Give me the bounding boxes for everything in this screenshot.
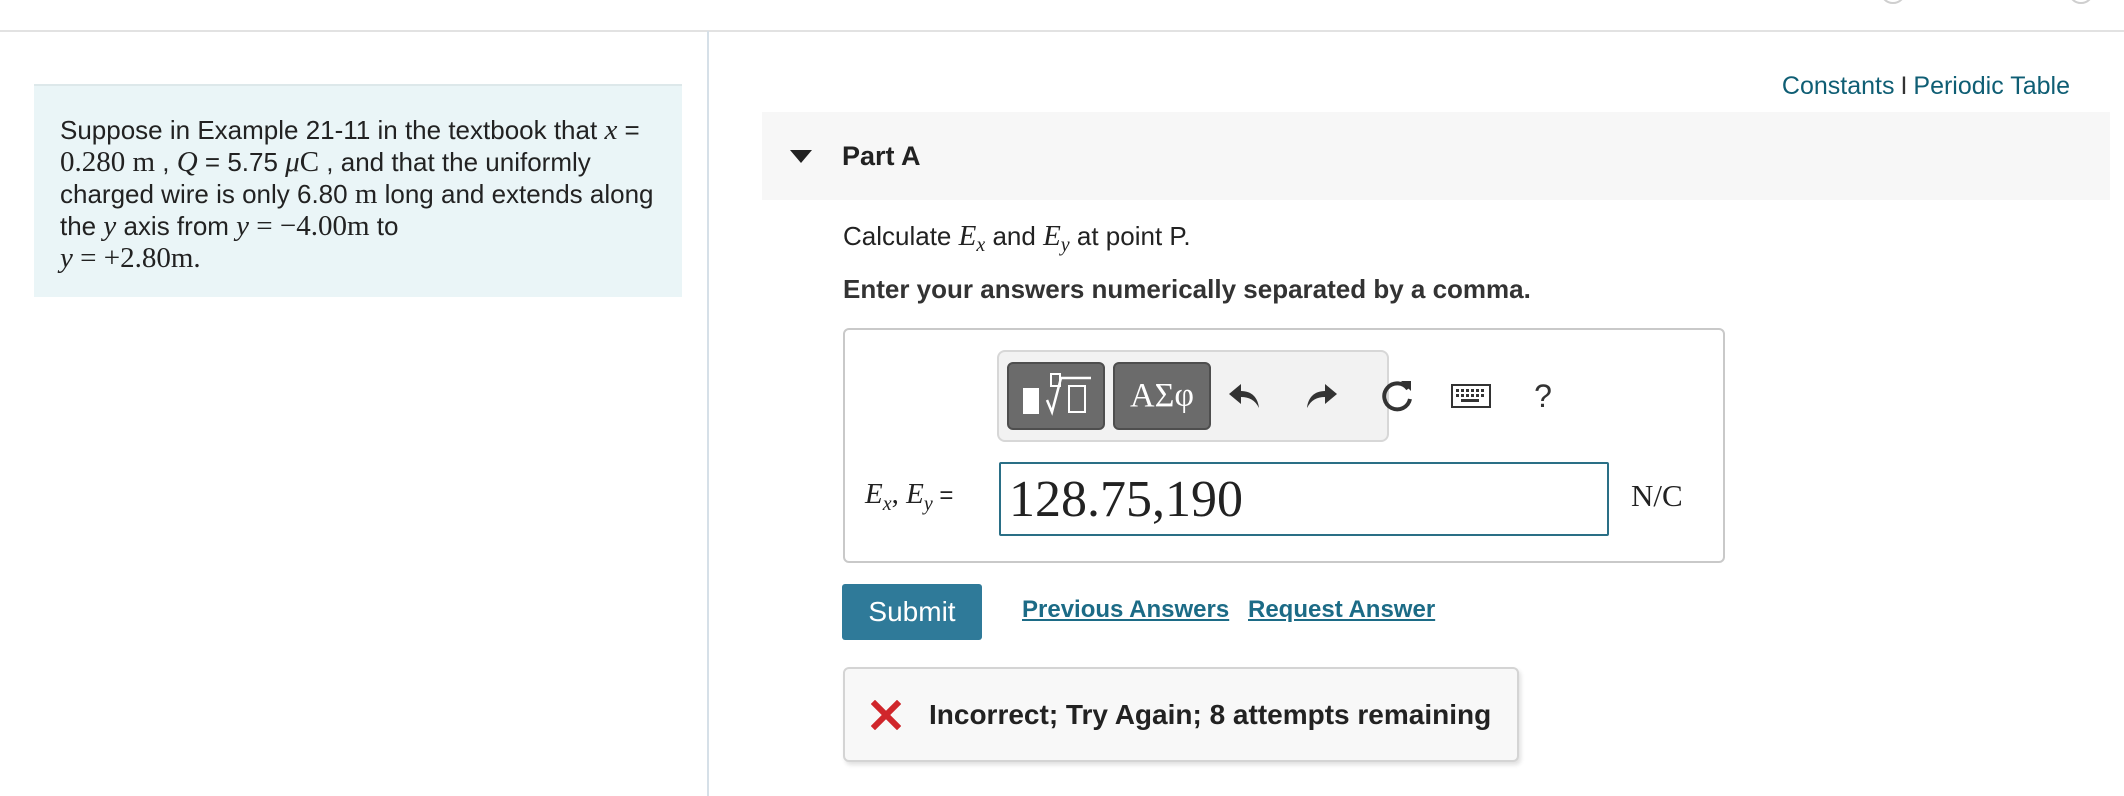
math-value: = −4.00m: [249, 210, 370, 242]
problem-text: to: [369, 211, 399, 241]
part-a-header[interactable]: Part A: [762, 112, 2110, 200]
part-title: Part A: [842, 140, 921, 171]
answer-instruction: Enter your answers numerically separated…: [843, 274, 1531, 304]
equals-sign: =: [932, 482, 954, 509]
math-subscript: y: [923, 492, 933, 515]
templates-button[interactable]: [1007, 362, 1105, 430]
math-subscript: y: [1060, 234, 1070, 257]
math-subscript: x: [882, 492, 892, 515]
answer-panel: ΑΣφ ? Ex, Ey = N/C: [843, 328, 1725, 563]
answer-input[interactable]: [999, 462, 1609, 536]
math-var: y: [60, 242, 73, 274]
math-var: E: [906, 478, 924, 510]
redo-icon[interactable]: [1297, 372, 1345, 420]
help-button[interactable]: ?: [1519, 372, 1567, 420]
math-var: μ: [285, 146, 300, 178]
math-unit: C: [299, 146, 320, 178]
feedback-text: Incorrect; Try Again; 8 attempts remaini…: [929, 698, 1492, 730]
problem-statement: Suppose in Example 21-11 in the textbook…: [34, 84, 682, 297]
link-separator: I: [1900, 72, 1908, 100]
problem-text: = 5.75: [197, 147, 286, 177]
pane-divider: [707, 31, 709, 796]
symbols-button[interactable]: ΑΣφ: [1113, 362, 1211, 430]
math-var: x: [604, 114, 618, 146]
previous-answers-link[interactable]: Previous Answers: [1022, 596, 1229, 624]
question-text: Calculate Ex and Ey at point P.: [843, 216, 1191, 265]
problem-text: ,: [155, 147, 177, 177]
math-var: E: [958, 220, 977, 252]
constants-link[interactable]: Constants: [1782, 72, 1895, 100]
question-segment: Calculate: [843, 221, 959, 251]
math-var: y: [236, 210, 250, 242]
math-toolbar: ΑΣφ ?: [997, 350, 1552, 442]
keyboard-icon[interactable]: [1447, 372, 1495, 420]
request-answer-link[interactable]: Request Answer: [1248, 596, 1435, 624]
answer-label: Ex, Ey =: [865, 478, 953, 516]
problem-text: Suppose in Example 21-11 in the textbook…: [60, 115, 605, 145]
question-segment: at point P.: [1069, 221, 1191, 251]
submit-button[interactable]: Submit: [842, 584, 982, 640]
incorrect-x-icon: [869, 698, 903, 732]
reset-icon[interactable]: [1373, 372, 1421, 420]
problem-text: =: [617, 115, 640, 145]
math-punct: ,: [891, 478, 907, 510]
resource-links: Constants I Periodic Table: [1782, 72, 2070, 101]
header-control-icon[interactable]: [1880, 0, 1906, 4]
unit-label: N/C: [1631, 478, 1683, 513]
periodic-table-link[interactable]: Periodic Table: [1913, 72, 2070, 100]
caret-down-icon[interactable]: [790, 149, 812, 163]
problem-text: axis from: [116, 211, 237, 241]
feedback-message: Incorrect; Try Again; 8 attempts remaini…: [843, 667, 1519, 762]
header-control-icon[interactable]: [2068, 0, 2094, 4]
top-divider: [0, 30, 2124, 32]
math-subscript: x: [976, 234, 986, 257]
math-unit: m: [354, 178, 378, 210]
math-var: Q: [176, 146, 198, 178]
math-value: 0.280 m: [60, 146, 156, 178]
templates-icon: [1023, 373, 1091, 416]
question-segment: and: [985, 221, 1044, 251]
math-var: y: [103, 210, 117, 242]
math-value: = +2.80m.: [72, 242, 201, 274]
math-var: E: [1043, 220, 1061, 252]
math-var: E: [865, 478, 883, 510]
undo-icon[interactable]: [1221, 372, 1269, 420]
